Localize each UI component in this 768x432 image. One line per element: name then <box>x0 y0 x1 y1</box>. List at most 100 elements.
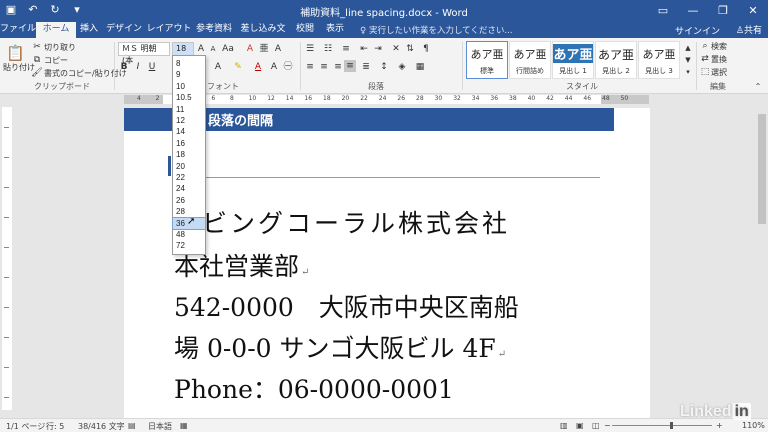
tab-insert[interactable]: 挿入 <box>76 22 102 38</box>
share-button[interactable]: ♙共有 <box>736 23 762 36</box>
font-size-option[interactable]: 10 <box>173 81 205 92</box>
zoom-level[interactable]: 110% <box>742 421 765 430</box>
read-mode-icon[interactable]: ▥ <box>560 421 568 430</box>
enclose-char-icon[interactable]: ㊀ <box>282 61 294 73</box>
ribbon-display-icon[interactable]: ▭ <box>648 0 678 22</box>
bold-icon[interactable]: B <box>118 61 130 73</box>
find-button[interactable]: 検索 <box>711 41 727 52</box>
style-normal[interactable]: あア亜 標準 <box>466 41 508 79</box>
close-icon[interactable]: ✕ <box>738 0 768 22</box>
font-size-option[interactable]: 8 <box>173 58 205 69</box>
tab-mailings[interactable]: 差し込み文書 <box>238 22 288 49</box>
scrollbar-thumb[interactable] <box>758 114 766 224</box>
line-spacing-icon[interactable]: ↕ <box>378 61 390 73</box>
style-scroll-down-icon[interactable]: ▼ <box>682 54 694 66</box>
style-heading-1[interactable]: あア亜 見出し 1 <box>552 41 594 79</box>
align-right-icon[interactable]: ≡ <box>332 61 344 73</box>
font-color-icon[interactable]: A <box>252 61 264 73</box>
vertical-ruler[interactable] <box>2 107 12 410</box>
align-center-icon[interactable]: ≡ <box>318 61 330 73</box>
align-left-icon[interactable]: ≡ <box>304 61 316 73</box>
tell-me-box[interactable]: ♀ 実行したい作業を入力してください... <box>360 24 513 36</box>
change-case-icon[interactable]: Aa <box>222 43 234 55</box>
ruler-tick-label: 20 <box>341 95 350 102</box>
distributed-icon[interactable]: ≣ <box>360 61 372 73</box>
status-language[interactable]: 日本語 <box>148 421 172 432</box>
font-size-box[interactable]: 18 <box>172 42 194 56</box>
paragraph-shading-icon[interactable]: ◈ <box>396 61 408 73</box>
font-size-option[interactable]: 16 <box>173 138 205 149</box>
style-scroll-up-icon[interactable]: ▲ <box>682 42 694 54</box>
window-controls: ▭ — ❐ ✕ <box>648 0 768 22</box>
font-size-option[interactable]: 22 <box>173 172 205 183</box>
tab-view[interactable]: 表示 <box>322 22 348 38</box>
shading-icon[interactable]: A <box>268 61 280 73</box>
font-size-option[interactable]: 10.5 <box>173 92 205 103</box>
cut-button[interactable]: 切り取り <box>44 42 76 53</box>
tab-design[interactable]: デザイン <box>104 22 144 38</box>
vruler-tick <box>4 247 9 248</box>
text-direction-icon[interactable]: ✕ <box>390 43 402 55</box>
replace-button[interactable]: 置換 <box>711 54 727 65</box>
font-size-option[interactable]: 11 <box>173 104 205 115</box>
justify-icon[interactable]: ≡ <box>344 60 356 72</box>
style-no-spacing[interactable]: あア亜 行間詰め <box>509 41 551 79</box>
increase-indent-icon[interactable]: ⇥ <box>372 43 384 55</box>
tab-references[interactable]: 参考資料 <box>194 22 234 38</box>
decrease-indent-icon[interactable]: ⇤ <box>358 43 370 55</box>
vruler-tick <box>4 187 9 188</box>
paste-icon[interactable]: 📋 <box>6 44 25 62</box>
phonetic-icon[interactable]: 亜 <box>258 43 270 55</box>
font-size-option[interactable]: 24 <box>173 183 205 194</box>
font-size-option[interactable]: 20 <box>173 161 205 172</box>
zoom-slider[interactable] <box>612 425 712 426</box>
font-size-option[interactable]: 12 <box>173 115 205 126</box>
zoom-in-icon[interactable]: + <box>716 421 723 430</box>
clear-format-icon[interactable]: A <box>244 43 256 55</box>
tab-file[interactable]: ファイル <box>0 22 36 38</box>
restore-icon[interactable]: ❐ <box>708 0 738 22</box>
show-marks-icon[interactable]: ¶ <box>420 43 432 55</box>
border-char-icon[interactable]: A <box>272 43 284 55</box>
select-button[interactable]: 選択 <box>711 67 727 78</box>
shrink-font-icon[interactable]: A <box>207 43 219 55</box>
tab-review[interactable]: 校閲 <box>292 22 318 38</box>
font-size-option[interactable]: 48 <box>173 229 205 240</box>
horizontal-ruler[interactable]: 4224681012141618202224262830323436384042… <box>0 94 768 106</box>
style-heading-3[interactable]: あア亜 見出し 3 <box>638 41 680 79</box>
font-size-option[interactable]: 9 <box>173 69 205 80</box>
sort-icon[interactable]: ⇅ <box>404 43 416 55</box>
highlight-icon[interactable]: ✎ <box>232 61 244 73</box>
font-size-option[interactable]: 14 <box>173 126 205 137</box>
sign-in-link[interactable]: サインイン <box>675 24 720 37</box>
grow-font-icon[interactable]: A <box>195 43 207 55</box>
font-name-box[interactable]: ＭＳ 明朝 (本 <box>118 42 170 65</box>
print-layout-icon[interactable]: ▣ <box>576 421 584 430</box>
zoom-slider-thumb[interactable] <box>670 422 673 429</box>
collapse-ribbon-icon[interactable]: ⌃ <box>752 81 764 93</box>
web-layout-icon[interactable]: ◫ <box>592 421 600 430</box>
multilevel-icon[interactable]: ≡ <box>340 43 352 55</box>
ruler-tick-label: 32 <box>453 95 461 102</box>
font-size-option[interactable]: 72 <box>173 240 205 251</box>
vertical-scrollbar[interactable] <box>756 94 768 418</box>
zoom-out-icon[interactable]: − <box>604 421 611 430</box>
proofing-icon[interactable]: ▤ <box>128 421 136 430</box>
italic-icon[interactable]: I <box>132 61 144 73</box>
status-word-count[interactable]: 38/416 文字 <box>78 421 125 432</box>
tab-layout[interactable]: レイアウト <box>146 22 192 38</box>
text-effects-icon[interactable]: A <box>212 61 224 73</box>
style-more-icon[interactable]: ▾ <box>682 66 694 78</box>
tab-home[interactable]: ホーム <box>36 22 76 38</box>
underline-icon[interactable]: U <box>146 61 158 73</box>
style-heading-2[interactable]: あア亜 見出し 2 <box>595 41 637 79</box>
borders-icon[interactable]: ▦ <box>414 61 426 73</box>
numbering-icon[interactable]: ☷ <box>322 43 334 55</box>
bullets-icon[interactable]: ☰ <box>304 43 316 55</box>
font-size-option[interactable]: 26 <box>173 195 205 206</box>
copy-button[interactable]: コピー <box>44 55 68 66</box>
font-size-option[interactable]: 18 <box>173 149 205 160</box>
macro-icon[interactable]: ▦ <box>180 421 188 430</box>
minimize-icon[interactable]: — <box>678 0 708 22</box>
status-page[interactable]: 1/1 ページ <box>6 421 45 432</box>
